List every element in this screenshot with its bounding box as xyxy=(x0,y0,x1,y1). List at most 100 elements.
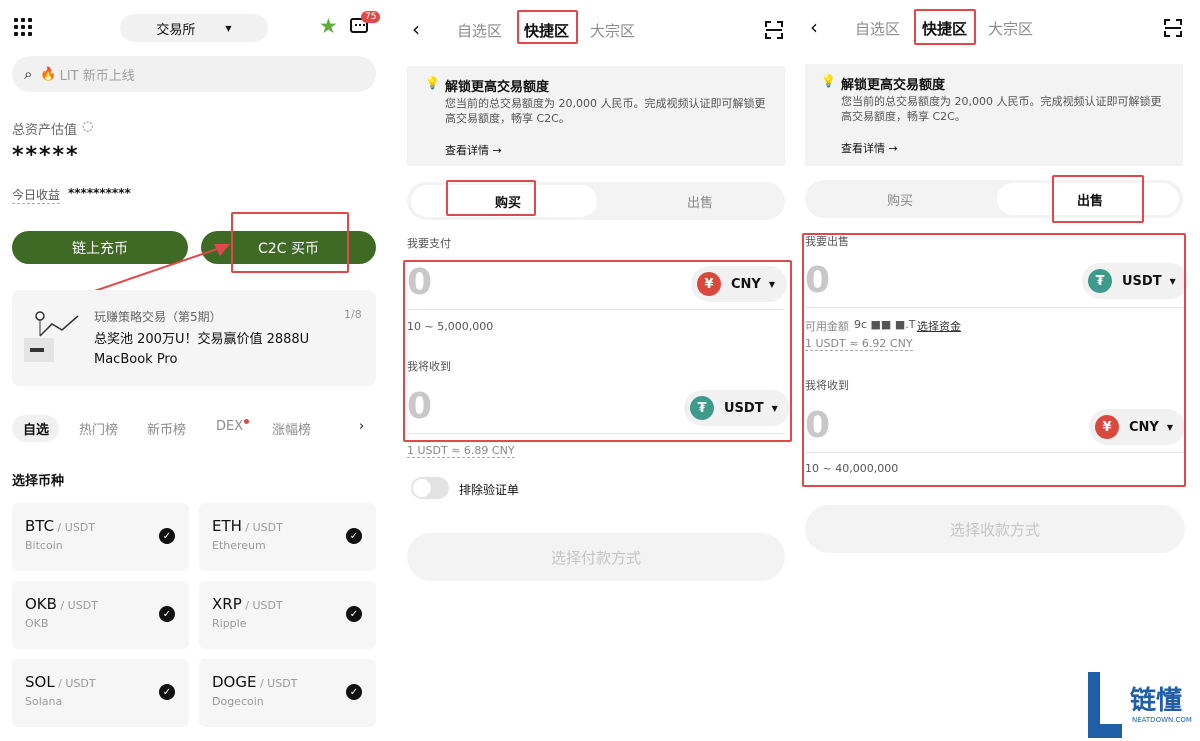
receive-currency: CNY xyxy=(1129,419,1159,435)
promo-text: 总奖池 200万U！交易赢价值 2888U MacBook Pro xyxy=(94,332,310,367)
pay-currency-select[interactable]: ¥ CNY ▼ xyxy=(691,266,787,302)
sell-amount-input[interactable]: 0 xyxy=(805,260,830,301)
promo-page: 1/8 xyxy=(344,308,362,321)
banner-body: 您当前的总交易额度为 20,000 人民币。完成视频认证即可解锁更高交易额度，畅… xyxy=(445,97,766,125)
sell-tab[interactable]: 出售 xyxy=(687,192,713,211)
chevron-down-icon: ▼ xyxy=(771,403,778,413)
fire-icon: 🔥 xyxy=(40,66,57,82)
select-receive-method-button[interactable]: 选择收款方式 xyxy=(805,505,1185,553)
tab-fav-zone[interactable]: 自选区 xyxy=(457,20,502,41)
banner-title: 解锁更高交易额度 xyxy=(841,78,946,93)
lightbulb-icon: 💡 xyxy=(425,76,440,90)
exclude-verified-toggle[interactable] xyxy=(411,477,449,499)
banner-details-link[interactable]: 查看详情 → xyxy=(445,142,502,158)
receive-currency-select[interactable]: ¥ CNY ▼ xyxy=(1089,409,1185,445)
coin-name: Bitcoin xyxy=(25,539,63,552)
receive-currency-select[interactable]: ₮ USDT ▼ xyxy=(684,390,790,426)
star-icon[interactable]: ★ xyxy=(319,15,338,37)
coin-pair: / USDT xyxy=(256,677,298,690)
chart-illustration-icon xyxy=(24,311,79,362)
promo-card[interactable]: 玩赚策略交易（第5期） 1/8 总奖池 200万U！交易赢价值 2888U Ma… xyxy=(12,290,376,386)
coin-card-xrp[interactable]: XRP / USDT Ripple ✓ xyxy=(199,581,376,649)
coin-name: Dogecoin xyxy=(212,695,264,708)
buy-tab[interactable]: 购买 xyxy=(887,190,913,209)
scan-icon[interactable] xyxy=(765,21,783,39)
check-icon[interactable]: ✓ xyxy=(159,606,175,622)
chevron-down-icon: ▼ xyxy=(768,279,775,289)
exchange-rate: 1 USDT ≈ 6.89 CNY xyxy=(407,444,515,458)
select-funds-link[interactable]: 选择资金 xyxy=(917,318,961,334)
check-icon[interactable]: ✓ xyxy=(346,684,362,700)
chevron-right-icon[interactable]: › xyxy=(359,419,364,434)
tab-quick-zone[interactable]: 快捷区 xyxy=(922,18,967,39)
chevron-down-icon: ▼ xyxy=(225,23,232,33)
yuan-icon: ¥ xyxy=(1095,415,1119,439)
yuan-icon: ¥ xyxy=(697,272,721,296)
search-bar[interactable]: ⌕ 🔥 LIT 新币上线 xyxy=(12,56,376,92)
coin-name: OKB xyxy=(25,617,49,630)
receive-amount: 0 xyxy=(407,386,433,427)
tab-dex[interactable]: DEX xyxy=(216,419,243,434)
sell-tab[interactable]: 出售 xyxy=(1077,190,1103,209)
watermark-logo xyxy=(1088,672,1122,738)
tab-fav-zone[interactable]: 自选区 xyxy=(855,18,900,39)
back-arrow-icon[interactable]: ‹ xyxy=(810,15,818,39)
coin-pair: / USDT xyxy=(241,521,283,534)
coin-symbol: BTC xyxy=(25,517,55,535)
tab-hot[interactable]: 热门榜 xyxy=(79,419,118,438)
coin-symbol: XRP xyxy=(212,595,242,613)
pay-label: 我要支付 xyxy=(407,237,451,250)
assets-label: 总资产估值 xyxy=(12,123,78,138)
check-icon[interactable]: ✓ xyxy=(346,606,362,622)
pay-currency: CNY xyxy=(731,276,761,292)
receive-currency: USDT xyxy=(724,400,764,416)
check-icon[interactable]: ✓ xyxy=(346,528,362,544)
notification-badge: 75 xyxy=(361,11,381,23)
coin-symbol: OKB xyxy=(25,595,57,613)
eye-off-icon[interactable]: ◌ xyxy=(82,119,93,134)
watermark-sub: NEATDOWN.COM xyxy=(1132,716,1192,724)
pay-amount-input[interactable]: 0 xyxy=(407,262,432,303)
sell-label: 我要出售 xyxy=(805,235,849,248)
exchange-rate: 1 USDT ≈ 6.92 CNY xyxy=(805,337,913,351)
coin-card-eth[interactable]: ETH / USDT Ethereum ✓ xyxy=(199,503,376,571)
dex-dot-icon xyxy=(244,419,249,424)
scan-icon[interactable] xyxy=(1164,19,1182,37)
c2c-sell-panel: ‹ 自选区 快捷区 大宗区 💡 解锁更高交易额度 您当前的总交易额度为 20,0… xyxy=(796,0,1200,741)
chevron-down-icon: ▼ xyxy=(1169,276,1176,286)
banner-details-link[interactable]: 查看详情 → xyxy=(841,140,898,156)
tab-bulk-zone[interactable]: 大宗区 xyxy=(590,20,635,41)
tab-quick-zone[interactable]: 快捷区 xyxy=(524,20,569,41)
buy-tab[interactable]: 购买 xyxy=(495,192,521,211)
today-label: 今日收益 xyxy=(12,188,61,204)
chevron-down-icon: ▼ xyxy=(1166,422,1173,432)
coin-symbol: DOGE xyxy=(212,673,257,691)
tab-new[interactable]: 新币榜 xyxy=(147,419,186,438)
limit-banner: 💡 解锁更高交易额度 您当前的总交易额度为 20,000 人民币。完成视频认证即… xyxy=(805,64,1183,166)
coin-pair: / USDT xyxy=(54,521,95,534)
coin-card-sol[interactable]: SOL / USDT Solana ✓ xyxy=(12,659,189,727)
receive-range: 10 ~ 40,000,000 xyxy=(805,462,899,475)
coin-card-okb[interactable]: OKB / USDT OKB ✓ xyxy=(12,581,189,649)
select-payment-button[interactable]: 选择付款方式 xyxy=(407,533,785,581)
check-icon[interactable]: ✓ xyxy=(159,528,175,544)
markets-panel: 交易所 ▼ ★ 75 ⌕ 🔥 LIT 新币上线 总资产估值 ◌ ***** 今日… xyxy=(0,0,390,741)
check-icon[interactable]: ✓ xyxy=(159,684,175,700)
coin-name: Solana xyxy=(25,695,63,708)
coin-name: Ripple xyxy=(212,617,247,630)
apps-grid-icon[interactable] xyxy=(14,18,32,36)
sell-currency-select[interactable]: ₮ USDT ▼ xyxy=(1082,263,1188,299)
available-label: 可用金额 xyxy=(805,320,849,333)
lightbulb-icon: 💡 xyxy=(821,74,836,88)
coin-card-btc[interactable]: BTC / USDT Bitcoin ✓ xyxy=(12,503,189,571)
tab-bulk-zone[interactable]: 大宗区 xyxy=(988,18,1033,39)
exchange-dropdown[interactable]: 交易所 ▼ xyxy=(120,14,268,42)
coin-symbol: ETH xyxy=(212,517,242,535)
tab-favorites[interactable]: 自选 xyxy=(23,419,49,438)
coin-pair: / USDT xyxy=(54,677,96,690)
tab-gainers[interactable]: 涨幅榜 xyxy=(272,419,311,438)
coin-symbol: SOL xyxy=(25,673,55,691)
back-arrow-icon[interactable]: ‹ xyxy=(412,17,420,41)
coin-card-doge[interactable]: DOGE / USDT Dogecoin ✓ xyxy=(199,659,376,727)
toggle-label: 排除验证单 xyxy=(459,483,520,497)
